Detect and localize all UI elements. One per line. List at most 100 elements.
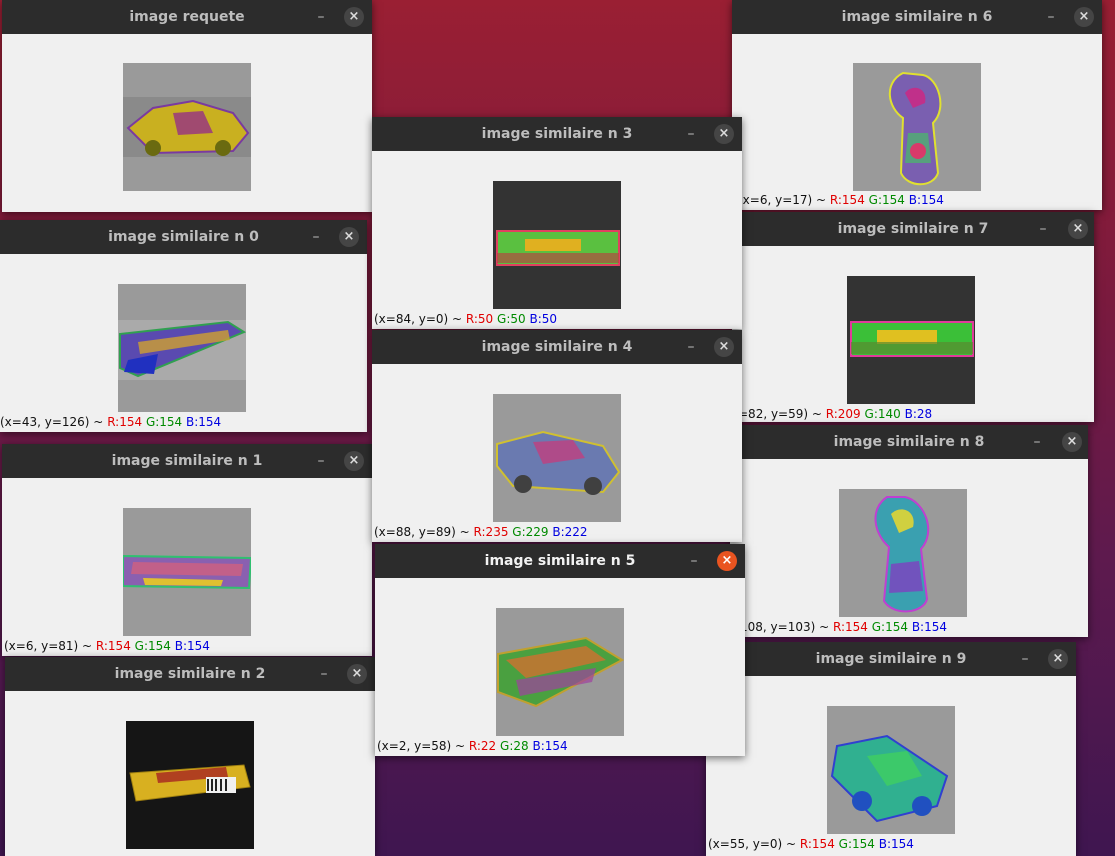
window-similar-7[interactable]: image similaire n 7 – × =82, y=59) ~ R:2… bbox=[732, 212, 1094, 422]
minimize-icon[interactable]: – bbox=[315, 665, 333, 683]
green-value: G:50 bbox=[497, 312, 526, 326]
close-icon[interactable]: × bbox=[344, 451, 364, 471]
close-icon[interactable]: × bbox=[339, 227, 359, 247]
cursor-coords: (x=6, y=81) ~ bbox=[4, 639, 93, 653]
titlebar[interactable]: image similaire n 6 – × bbox=[732, 0, 1102, 34]
blue-value: B:50 bbox=[529, 312, 558, 326]
window-title: image similaire n 4 bbox=[481, 339, 633, 355]
minimize-icon[interactable]: – bbox=[1028, 433, 1046, 451]
window-title: image similaire n 3 bbox=[481, 126, 633, 142]
window-title: image similaire n 7 bbox=[837, 221, 989, 237]
pixel-status: (x=2, y=58) ~ R:22 G:28 B:154 bbox=[377, 739, 568, 753]
close-icon[interactable]: × bbox=[344, 7, 364, 27]
close-icon[interactable]: × bbox=[347, 664, 367, 684]
cursor-coords: =82, y=59) ~ bbox=[738, 407, 822, 421]
minimize-icon[interactable]: – bbox=[1034, 220, 1052, 238]
red-value: R:50 bbox=[465, 312, 494, 326]
pixel-status: =82, y=59) ~ R:209 G:140 B:28 bbox=[738, 407, 932, 421]
red-value: R:235 bbox=[473, 525, 509, 539]
green-value: G:154 bbox=[838, 837, 875, 851]
minimize-icon[interactable]: – bbox=[682, 125, 700, 143]
window-similar-2[interactable]: image similaire n 2 – × bbox=[5, 657, 375, 856]
window-title: image similaire n 0 bbox=[108, 229, 259, 245]
titlebar[interactable]: image similaire n 8 – × bbox=[730, 425, 1088, 459]
green-value: G:154 bbox=[871, 620, 908, 634]
pixel-status: (x=43, y=126) ~ R:154 G:154 B:154 bbox=[0, 415, 221, 429]
result-image bbox=[123, 508, 251, 636]
red-value: R:154 bbox=[832, 620, 868, 634]
titlebar[interactable]: image similaire n 1 – × bbox=[2, 444, 372, 478]
window-title: image similaire n 5 bbox=[484, 553, 636, 569]
window-query-image[interactable]: image requete – × bbox=[2, 0, 372, 212]
green-value: G:154 bbox=[145, 415, 183, 429]
minimize-icon[interactable]: – bbox=[312, 8, 330, 26]
blue-value: B:28 bbox=[904, 407, 933, 421]
query-image bbox=[123, 63, 251, 191]
green-value: G:154 bbox=[868, 193, 905, 207]
result-image bbox=[493, 394, 621, 522]
pixel-status: (x=88, y=89) ~ R:235 G:229 B:222 bbox=[374, 525, 588, 539]
cursor-coords: (x=88, y=89) ~ bbox=[374, 525, 470, 539]
minimize-icon[interactable]: – bbox=[682, 338, 700, 356]
result-image bbox=[827, 706, 955, 834]
window-similar-4[interactable]: image similaire n 4 – × (x=88, y=89) ~ R… bbox=[372, 330, 742, 542]
minimize-icon[interactable]: – bbox=[685, 552, 703, 570]
close-icon[interactable]: × bbox=[714, 337, 734, 357]
window-similar-8[interactable]: image similaire n 8 – × 108, y=103) ~ R:… bbox=[730, 425, 1088, 637]
blue-value: B:154 bbox=[911, 620, 947, 634]
window-similar-9[interactable]: image similaire n 9 – × (x=55, y=0) ~ R:… bbox=[706, 642, 1076, 856]
result-image bbox=[493, 181, 621, 309]
titlebar[interactable]: image similaire n 5 – × bbox=[375, 544, 745, 578]
minimize-icon[interactable]: – bbox=[307, 228, 325, 246]
result-image bbox=[853, 63, 981, 191]
close-icon[interactable]: × bbox=[717, 551, 737, 571]
close-icon[interactable]: × bbox=[1062, 432, 1082, 452]
window-similar-3[interactable]: image similaire n 3 – × (x=84, y=0) ~ R:… bbox=[372, 117, 742, 329]
red-value: R:209 bbox=[825, 407, 861, 421]
pixel-status: (x=84, y=0) ~ R:50 G:50 B:50 bbox=[374, 312, 557, 326]
blue-value: B:154 bbox=[186, 415, 222, 429]
blue-value: B:154 bbox=[174, 639, 210, 653]
window-similar-6[interactable]: image similaire n 6 – × (x=6, y=17) ~ R:… bbox=[732, 0, 1102, 210]
window-title: image similaire n 1 bbox=[111, 453, 263, 469]
minimize-icon[interactable]: – bbox=[1042, 8, 1060, 26]
close-icon[interactable]: × bbox=[1048, 649, 1068, 669]
titlebar[interactable]: image similaire n 4 – × bbox=[372, 330, 742, 364]
cursor-coords: 108, y=103) ~ bbox=[740, 620, 830, 634]
result-image bbox=[126, 721, 254, 849]
green-value: G:140 bbox=[864, 407, 901, 421]
titlebar[interactable]: image similaire n 3 – × bbox=[372, 117, 742, 151]
green-value: G:229 bbox=[512, 525, 549, 539]
cursor-coords: (x=84, y=0) ~ bbox=[374, 312, 463, 326]
window-title: image requete bbox=[129, 9, 245, 25]
close-icon[interactable]: × bbox=[1074, 7, 1094, 27]
window-similar-0[interactable]: image similaire n 0 – × (x=43, y=126) ~ … bbox=[0, 220, 367, 432]
pixel-status: (x=6, y=81) ~ R:154 G:154 B:154 bbox=[4, 639, 210, 653]
titlebar[interactable]: image similaire n 7 – × bbox=[732, 212, 1094, 246]
minimize-icon[interactable]: – bbox=[312, 452, 330, 470]
titlebar[interactable]: image similaire n 0 – × bbox=[0, 220, 367, 254]
close-icon[interactable]: × bbox=[714, 124, 734, 144]
cursor-coords: (x=43, y=126) ~ bbox=[0, 415, 104, 429]
minimize-icon[interactable]: – bbox=[1016, 650, 1034, 668]
result-image bbox=[839, 489, 967, 617]
window-similar-5[interactable]: image similaire n 5 – × (x=2, y=58) ~ R:… bbox=[375, 544, 745, 756]
blue-value: B:154 bbox=[532, 739, 568, 753]
red-value: R:154 bbox=[799, 837, 835, 851]
pixel-status: (x=6, y=17) ~ R:154 G:154 B:154 bbox=[738, 193, 944, 207]
blue-value: B:154 bbox=[878, 837, 914, 851]
titlebar[interactable]: image requete – × bbox=[2, 0, 372, 34]
window-title: image similaire n 6 bbox=[841, 9, 993, 25]
pixel-status: 108, y=103) ~ R:154 G:154 B:154 bbox=[740, 620, 947, 634]
window-similar-1[interactable]: image similaire n 1 – × (x=6, y=81) ~ R:… bbox=[2, 444, 372, 656]
result-image bbox=[496, 608, 624, 736]
close-icon[interactable]: × bbox=[1068, 219, 1088, 239]
blue-value: B:222 bbox=[552, 525, 588, 539]
pixel-status: (x=55, y=0) ~ R:154 G:154 B:154 bbox=[708, 837, 914, 851]
titlebar[interactable]: image similaire n 9 – × bbox=[706, 642, 1076, 676]
cursor-coords: (x=2, y=58) ~ bbox=[377, 739, 466, 753]
titlebar[interactable]: image similaire n 2 – × bbox=[5, 657, 375, 691]
red-value: R:154 bbox=[95, 639, 131, 653]
window-title: image similaire n 8 bbox=[833, 434, 985, 450]
window-title: image similaire n 9 bbox=[815, 651, 967, 667]
